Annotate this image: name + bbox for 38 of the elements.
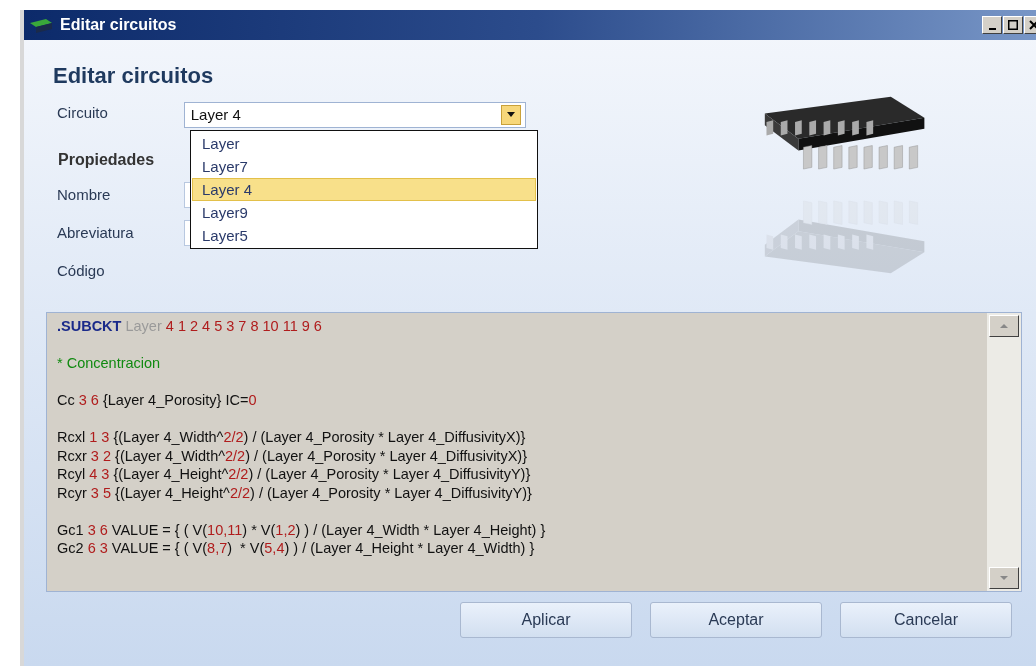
code-line: Cc 3 6 {Layer 4_Porosity} IC=0 [57, 391, 257, 410]
code-line: Gc2 6 3 VALUE = { ( V(8,7) * V(5,4) ) / (Layer 4_Height * Layer 4_Width) } [57, 539, 535, 558]
code-line: Rcyl 4 3 {(Layer 4_Height^2/2) / (Layer 4_Porosity * Layer 4_DiffusivityY)} [57, 465, 531, 484]
scroll-up-button[interactable] [989, 315, 1019, 337]
dropdown-option[interactable]: Layer9 [192, 201, 536, 224]
dialog-heading: Editar circuitos [53, 62, 215, 90]
down-arrow-icon [999, 575, 1009, 581]
field-label: Código [56, 261, 106, 281]
dropdown-arrow-button[interactable] [501, 105, 521, 125]
field-label: Circuito [56, 102, 109, 123]
code-line: .SUBCKT Layer 4 1 2 4 5 3 7 8 10 11 9 6 [57, 317, 322, 336]
code-line: Rcyr 3 5 {(Layer 4_Height^2/2) / (Layer 4_Porosity * Layer 4_DiffusivityY)} [57, 483, 532, 502]
scroll-down-button[interactable] [989, 567, 1019, 589]
minimize-button[interactable] [982, 16, 1002, 34]
code-comment: * Concentracion [57, 354, 161, 373]
dialog-button[interactable]: Cancelar [840, 602, 1012, 638]
code-line: Gc1 3 6 VALUE = { ( V(10,11) * V(1,2) ) / (Layer 4_Width * Layer 4_Height) } [57, 520, 546, 539]
field-label: Abreviatura [56, 222, 135, 243]
minimize-icon [988, 28, 996, 30]
caret-icon [506, 112, 516, 118]
dropdown-option[interactable]: Layer 4 [192, 178, 536, 201]
code-line: Rcxl 1 3 {(Layer 4_Width^2/2) / (Layer 4_Porosity * Layer 4_DiffusivityX)} [57, 428, 526, 447]
up-arrow-icon [999, 323, 1009, 329]
maximize-icon [1008, 20, 1018, 30]
close-icon [1029, 20, 1036, 30]
dropdown-option[interactable]: Layer7 [192, 155, 536, 178]
dialog-button[interactable]: Aplicar [460, 602, 632, 638]
circuit-dropdown[interactable]: Layer 4 [183, 102, 526, 128]
dialog-button[interactable]: Aceptar [650, 602, 822, 638]
code-line: Rcxr 3 2 {(Layer 4_Width^2/2) / (Layer 4_Porosity * Layer 4_DiffusivityX)} [57, 446, 527, 465]
scrollbar[interactable] [987, 313, 1021, 591]
section-title: Propiedades [58, 150, 155, 170]
field-label: Nombre [56, 184, 112, 205]
dropdown-option[interactable]: Layer5 [192, 224, 536, 247]
maximize-button[interactable] [1003, 16, 1023, 34]
dropdown-option[interactable]: Layer [192, 132, 536, 155]
window-title: Editar circuitos [60, 15, 178, 35]
code-editor[interactable] [46, 312, 1022, 592]
